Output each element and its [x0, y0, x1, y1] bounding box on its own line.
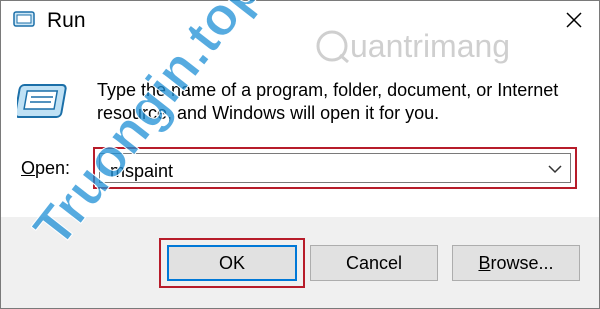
- ok-button[interactable]: OK: [167, 245, 297, 281]
- open-label-mnemonic: O: [21, 158, 36, 178]
- run-dialog: Run Type the name of a program, folder, …: [0, 0, 600, 309]
- browse-mnemonic: B: [478, 253, 491, 273]
- window-title: Run: [47, 9, 86, 32]
- open-input[interactable]: mspaint: [110, 161, 173, 182]
- open-input-frame: mspaint: [99, 153, 571, 183]
- close-icon[interactable]: [559, 5, 589, 35]
- run-program-icon: [17, 84, 67, 118]
- instructions-text: Type the name of a program, folder, docu…: [97, 80, 559, 123]
- open-label: Open:: [21, 158, 70, 179]
- chevron-down-icon[interactable]: [548, 164, 562, 174]
- run-icon: [13, 11, 35, 27]
- cancel-button[interactable]: Cancel: [310, 245, 438, 281]
- open-label-rest: pen:: [35, 158, 71, 178]
- browse-label-rest: rowse...: [490, 253, 554, 273]
- open-combobox[interactable]: mspaint: [93, 147, 577, 189]
- title-bar: Run: [1, 1, 599, 45]
- browse-button[interactable]: Browse...: [452, 245, 580, 281]
